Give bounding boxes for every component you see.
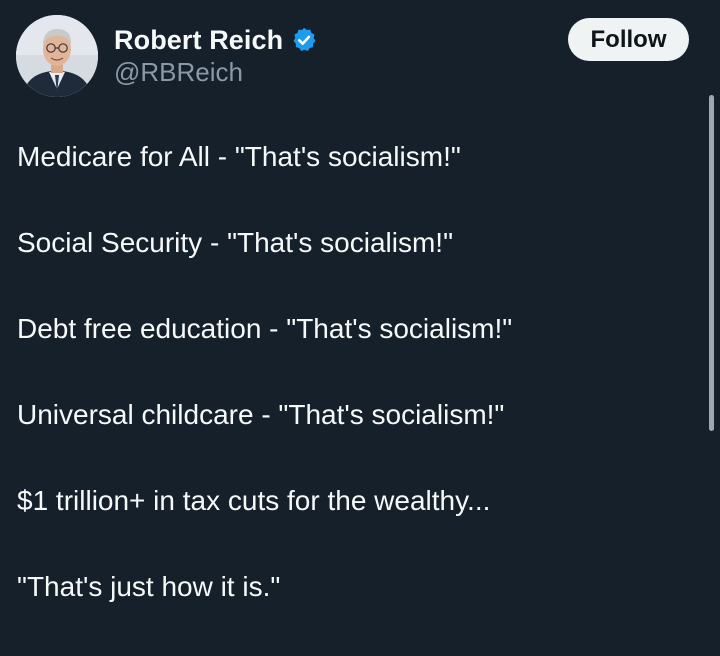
tweet-line: Social Security - "That's socialism!" [17,227,454,258]
verified-badge-icon [290,26,318,54]
author-handle[interactable]: @RBReich [114,57,243,88]
author-display-name[interactable]: Robert Reich [114,25,283,56]
scrollbar[interactable] [709,95,714,431]
author-avatar[interactable] [16,15,98,97]
avatar-photo-icon [16,15,98,97]
tweet-line: $1 trillion+ in tax cuts for the wealthy… [17,485,491,516]
tweet-card: Robert Reich @RBReich Follow Medicare fo… [0,0,720,649]
tweet-line: "That's just how it is." [17,571,281,602]
tweet-text: Medicare for All - "That's socialism!" S… [17,140,707,656]
tweet-line: Universal childcare - "That's socialism!… [17,399,505,430]
tweet-line: Debt free education - "That's socialism!… [17,313,513,344]
follow-button[interactable]: Follow [568,18,689,61]
tweet-line: Medicare for All - "That's socialism!" [17,141,461,172]
author-name-row[interactable]: Robert Reich [114,22,318,58]
